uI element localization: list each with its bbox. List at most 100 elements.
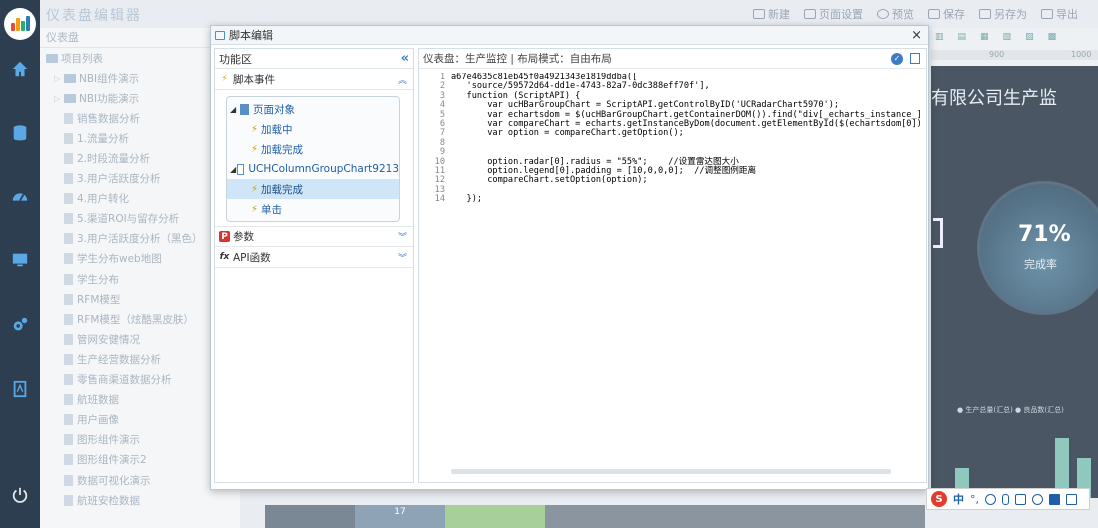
code-line: }); xyxy=(451,194,483,205)
new-button[interactable]: 新建 xyxy=(753,6,790,22)
align-icon[interactable]: ▩ xyxy=(1048,32,1057,42)
expand-arrow-icon[interactable]: ▷ xyxy=(54,94,64,103)
ime-toolbar: S 中 °, xyxy=(926,488,1090,510)
microphone-icon[interactable] xyxy=(1002,493,1009,505)
power-icon[interactable] xyxy=(0,480,40,510)
partial-digit xyxy=(933,218,943,248)
document-icon xyxy=(64,273,73,285)
chevron-up-icon[interactable]: ︽ xyxy=(398,73,407,86)
tree-event-click[interactable]: ⚡ 单击 xyxy=(227,199,399,219)
save-as-button[interactable]: 另存为 xyxy=(979,6,1027,22)
section-script-events[interactable]: ⚡ 脚本事件 ︽ xyxy=(215,69,413,90)
document-icon xyxy=(64,353,73,365)
align-icon[interactable]: ▦ xyxy=(980,32,989,42)
sogou-logo-icon[interactable]: S xyxy=(931,491,947,507)
project-item[interactable]: 航班安检数据 xyxy=(46,490,240,510)
page-icon xyxy=(240,103,249,115)
event-icon: ⚡ xyxy=(251,203,259,215)
tree-node-chart[interactable]: ◢ UCHColumnGroupChart9213 xyxy=(227,159,399,179)
dashboard-icon[interactable] xyxy=(0,182,40,212)
function-panel: 功能区 « ⚡ 脚本事件 ︽ ◢ 页面对象 ⚡ 加载中 ⚡ 加载完成 ◢ UCH… xyxy=(214,48,414,483)
skin-icon[interactable] xyxy=(1049,493,1060,505)
completion-gauge: 71% 完成率 xyxy=(977,181,1098,315)
tree-event-loading[interactable]: ⚡ 加载中 xyxy=(227,119,399,139)
function-icon: fx xyxy=(219,252,230,262)
document-icon xyxy=(64,374,73,386)
app-logo xyxy=(4,8,36,40)
horizontal-scrollbar[interactable] xyxy=(451,469,891,474)
ime-punctuation-toggle[interactable]: °, xyxy=(970,493,979,506)
document-icon xyxy=(64,494,73,506)
event-tree: ◢ 页面对象 ⚡ 加载中 ⚡ 加载完成 ◢ UCHColumnGroupChar… xyxy=(226,96,400,222)
document-icon xyxy=(64,153,73,165)
collapse-toggle-icon[interactable]: ◢ xyxy=(230,105,240,114)
document-icon xyxy=(64,233,73,245)
document-icon xyxy=(64,253,73,265)
save-button[interactable]: 保存 xyxy=(928,6,965,22)
collapse-left-icon[interactable]: « xyxy=(401,51,409,66)
page-settings-icon xyxy=(804,9,816,19)
pdf-icon[interactable] xyxy=(0,374,40,404)
document-icon xyxy=(64,213,73,225)
ruler-label: 900 xyxy=(989,50,1005,59)
align-icon[interactable]: ▥ xyxy=(935,32,944,42)
folder-icon xyxy=(46,53,58,63)
align-icon[interactable]: ▧ xyxy=(1003,32,1012,42)
gauge-label: 完成率 xyxy=(1024,258,1057,271)
close-icon[interactable]: × xyxy=(911,28,922,43)
home-icon[interactable] xyxy=(0,54,40,84)
code-line: compareChart.setOption(option); xyxy=(451,175,648,186)
align-icon[interactable]: ▨ xyxy=(1025,32,1034,42)
chart-legend: ● 生产总量(汇总) ● 良品数(汇总) xyxy=(957,406,1064,414)
check-icon[interactable]: ✓ xyxy=(891,52,903,65)
code-editor-panel: 仪表盘：生产监控 | 布局模式：自由布局 ✓ 1 2 3 4 5 6 7 8 9… xyxy=(418,48,927,483)
new-icon xyxy=(753,9,765,19)
ime-mode-toggle[interactable]: 中 xyxy=(953,491,964,507)
app-title: 仪表盘编辑器 xyxy=(46,8,142,24)
strip-segment xyxy=(445,505,545,528)
document-icon xyxy=(64,173,73,185)
bottom-strip: 17 xyxy=(265,505,925,528)
expand-arrow-icon[interactable]: ▷ xyxy=(54,74,64,83)
user-icon[interactable] xyxy=(1032,493,1043,505)
document-icon xyxy=(64,434,73,446)
chevron-down-icon[interactable]: ︾ xyxy=(398,230,407,243)
folder-icon xyxy=(64,93,76,103)
event-icon: ⚡ xyxy=(251,123,259,135)
align-icon[interactable]: ▤ xyxy=(958,32,967,42)
keyboard-icon[interactable] xyxy=(1015,493,1026,505)
folder-icon xyxy=(64,73,76,83)
document-icon xyxy=(64,112,73,124)
export-button[interactable]: 导出 xyxy=(1041,6,1078,22)
dashboard-preview: 有限公司生产监 71% 完成率 ● 生产总量(汇总) ● 良品数(汇总) xyxy=(931,66,1098,498)
trash-icon[interactable] xyxy=(910,53,920,64)
document-icon xyxy=(64,414,73,426)
document-icon xyxy=(64,313,73,325)
database-icon[interactable] xyxy=(0,118,40,148)
monitor-icon[interactable] xyxy=(0,245,40,275)
section-api-functions[interactable]: fx API函数 ︾ xyxy=(215,247,413,268)
chevron-down-icon[interactable]: ︾ xyxy=(398,251,407,264)
document-icon xyxy=(64,193,73,205)
save-icon xyxy=(928,9,940,19)
collapse-toggle-icon[interactable]: ◢ xyxy=(230,165,237,174)
tree-node-page-object[interactable]: ◢ 页面对象 xyxy=(227,99,399,119)
preview-button[interactable]: 预览 xyxy=(877,6,914,22)
code-editor[interactable]: 1 2 3 4 5 6 7 8 9 10 11 12 13 14 a67e463… xyxy=(423,73,923,465)
chart-component-icon xyxy=(237,163,245,175)
dialog-titlebar: 脚本编辑 xyxy=(211,26,928,45)
emoji-icon[interactable] xyxy=(985,493,996,505)
section-params[interactable]: P 参数 ︾ xyxy=(215,226,413,247)
document-icon xyxy=(64,394,73,406)
editor-header: 仪表盘：生产监控 | 布局模式：自由布局 ✓ xyxy=(419,49,926,69)
tree-event-loaded[interactable]: ⚡ 加载完成 xyxy=(227,139,399,159)
image-export-icon xyxy=(1041,9,1053,19)
settings-gears-icon[interactable] xyxy=(0,310,40,340)
grid-menu-icon[interactable] xyxy=(1066,493,1077,505)
script-icon xyxy=(215,30,225,40)
document-icon xyxy=(64,474,73,486)
script-editor-dialog: 脚本编辑 × 功能区 « ⚡ 脚本事件 ︽ ◢ 页面对象 ⚡ 加载中 ⚡ 加载完… xyxy=(210,25,929,490)
page-settings-button[interactable]: 页面设置 xyxy=(804,6,863,22)
tree-event-loaded-selected[interactable]: ⚡ 加载完成 xyxy=(227,179,399,199)
param-icon: P xyxy=(219,231,230,242)
